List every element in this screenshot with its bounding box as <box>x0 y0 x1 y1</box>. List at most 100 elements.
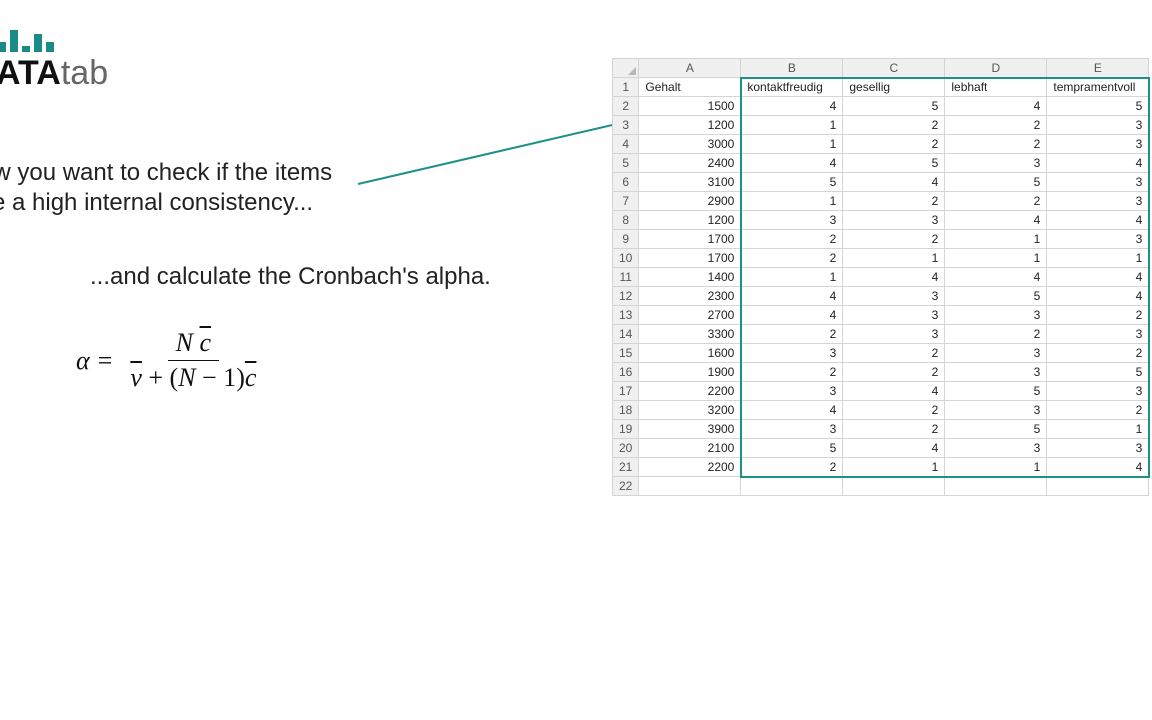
data-cell: 4 <box>741 97 843 116</box>
data-cell: 3 <box>843 287 945 306</box>
data-cell: 4 <box>1047 287 1149 306</box>
row-header: 13 <box>613 306 639 325</box>
explanation-line-2: ...and calculate the Cronbach's alpha. <box>90 262 500 292</box>
data-cell: 2 <box>945 325 1047 344</box>
data-cell: 2 <box>1047 344 1149 363</box>
data-cell: 3 <box>741 211 843 230</box>
data-cell: 3 <box>1047 173 1149 192</box>
data-cell: 2700 <box>639 306 741 325</box>
data-cell: 1 <box>843 458 945 477</box>
data-cell: 4 <box>843 439 945 458</box>
data-cell: 3 <box>945 344 1047 363</box>
data-cell: 2 <box>843 135 945 154</box>
data-cell: 5 <box>1047 363 1149 382</box>
row-header: 11 <box>613 268 639 287</box>
data-cell: 1700 <box>639 230 741 249</box>
data-cell: 1400 <box>639 268 741 287</box>
data-cell: 2 <box>945 135 1047 154</box>
empty-cell <box>1047 477 1149 496</box>
data-cell: 5 <box>741 439 843 458</box>
data-cell: 1 <box>843 249 945 268</box>
row-header: 9 <box>613 230 639 249</box>
data-cell: 3 <box>1047 116 1149 135</box>
data-cell: 2 <box>843 420 945 439</box>
data-cell: 3 <box>1047 439 1149 458</box>
header-cell: Gehalt <box>639 78 741 97</box>
row-header: 21 <box>613 458 639 477</box>
data-cell: 3000 <box>639 135 741 154</box>
data-cell: 1 <box>945 249 1047 268</box>
row-header: 19 <box>613 420 639 439</box>
data-cell: 3 <box>1047 192 1149 211</box>
data-cell: 4 <box>1047 154 1149 173</box>
empty-cell <box>843 477 945 496</box>
sheet-corner <box>613 59 639 78</box>
header-cell: lebhaft <box>945 78 1047 97</box>
data-cell: 1 <box>741 268 843 287</box>
col-header: D <box>945 59 1047 78</box>
data-cell: 2 <box>843 230 945 249</box>
data-cell: 5 <box>843 97 945 116</box>
row-header: 17 <box>613 382 639 401</box>
header-cell: gesellig <box>843 78 945 97</box>
row-header: 3 <box>613 116 639 135</box>
row-header: 15 <box>613 344 639 363</box>
data-cell: 1 <box>1047 420 1149 439</box>
data-cell: 1200 <box>639 116 741 135</box>
empty-cell <box>741 477 843 496</box>
data-cell: 1 <box>945 230 1047 249</box>
data-cell: 5 <box>945 420 1047 439</box>
data-cell: 3 <box>741 382 843 401</box>
data-cell: 2100 <box>639 439 741 458</box>
data-cell: 2 <box>1047 401 1149 420</box>
data-cell: 1900 <box>639 363 741 382</box>
data-cell: 3300 <box>639 325 741 344</box>
formula-alpha: α <box>76 346 90 376</box>
row-header: 16 <box>613 363 639 382</box>
data-cell: 3100 <box>639 173 741 192</box>
data-cell: 4 <box>945 211 1047 230</box>
empty-cell <box>639 477 741 496</box>
spreadsheet: A B C D E 1Gehaltkontaktfreudiggeselligl… <box>612 58 1149 496</box>
row-header: 6 <box>613 173 639 192</box>
row-header: 7 <box>613 192 639 211</box>
data-cell: 1700 <box>639 249 741 268</box>
data-cell: 5 <box>945 382 1047 401</box>
data-cell: 1 <box>945 458 1047 477</box>
data-cell: 4 <box>1047 268 1149 287</box>
data-cell: 3 <box>1047 230 1149 249</box>
data-cell: 3 <box>741 344 843 363</box>
row-header: 22 <box>613 477 639 496</box>
data-cell: 3 <box>945 363 1047 382</box>
data-cell: 2900 <box>639 192 741 211</box>
data-cell: 4 <box>741 154 843 173</box>
row-header: 20 <box>613 439 639 458</box>
data-cell: 4 <box>1047 211 1149 230</box>
data-cell: 3 <box>1047 325 1149 344</box>
header-cell: tempramentvoll <box>1047 78 1149 97</box>
col-header: E <box>1047 59 1149 78</box>
data-cell: 2 <box>741 458 843 477</box>
data-cell: 3900 <box>639 420 741 439</box>
data-cell: 2200 <box>639 382 741 401</box>
data-cell: 2 <box>741 325 843 344</box>
data-cell: 3 <box>843 211 945 230</box>
data-cell: 2 <box>945 192 1047 211</box>
data-cell: 4 <box>945 268 1047 287</box>
explanation-line-1b: ve a high internal consistency... <box>0 188 500 218</box>
data-cell: 1200 <box>639 211 741 230</box>
data-cell: 2 <box>843 344 945 363</box>
header-cell: kontaktfreudig <box>741 78 843 97</box>
cronbach-alpha-formula: α = N c v + (N − 1)c <box>76 328 260 393</box>
row-header: 10 <box>613 249 639 268</box>
explanation-line-1a: ow you want to check if the items <box>0 158 500 188</box>
data-cell: 2 <box>843 116 945 135</box>
data-cell: 1 <box>741 135 843 154</box>
row-header: 5 <box>613 154 639 173</box>
data-cell: 2 <box>741 230 843 249</box>
data-cell: 5 <box>945 173 1047 192</box>
logo-bars-icon <box>0 28 108 52</box>
col-header: A <box>639 59 741 78</box>
row-header: 1 <box>613 78 639 97</box>
row-header: 14 <box>613 325 639 344</box>
